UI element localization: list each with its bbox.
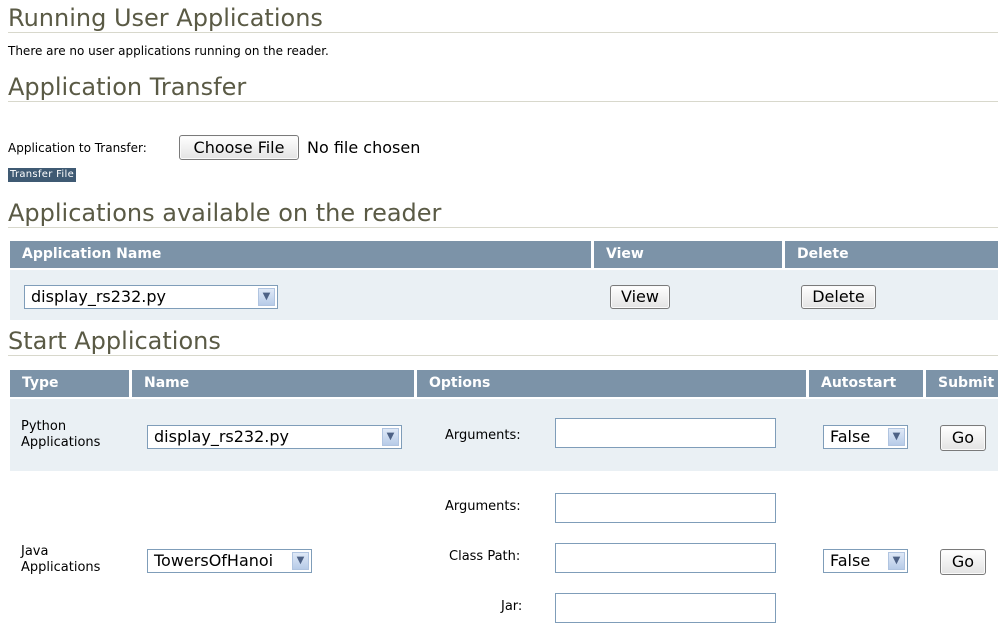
delete-button[interactable]: Delete (801, 285, 876, 309)
available-app-select-value: display_rs232.py (31, 287, 166, 306)
chevron-down-icon[interactable]: ▼ (888, 428, 905, 446)
python-autostart-select[interactable]: False ▼ (823, 425, 908, 449)
start-apps-title: Start Applications (8, 327, 998, 356)
chevron-down-icon[interactable]: ▼ (888, 552, 905, 570)
java-app-select-value: TowersOfHanoi (154, 551, 274, 570)
java-autostart-value: False (830, 551, 871, 570)
java-autostart-select[interactable]: False ▼ (823, 549, 908, 573)
python-type-line2: Applications (21, 435, 101, 450)
java-type-label: Java Applications (21, 544, 100, 576)
java-classpath-label: Class Path: (449, 549, 521, 564)
chevron-down-icon[interactable]: ▼ (382, 428, 399, 446)
chevron-down-icon[interactable]: ▼ (258, 288, 275, 306)
java-arguments-input[interactable] (555, 493, 776, 523)
java-go-button[interactable]: Go (940, 549, 986, 575)
running-apps-message: There are no user applications running o… (8, 44, 329, 58)
header-options: Options (417, 370, 806, 397)
java-type-line2: Applications (21, 560, 101, 575)
python-arguments-input[interactable] (555, 418, 776, 448)
header-delete: Delete (785, 241, 998, 268)
header-view: View (594, 241, 782, 268)
apps-available-title: Applications available on the reader (8, 199, 998, 228)
java-jar-input[interactable] (555, 593, 776, 623)
transfer-file-button[interactable]: Transfer File (8, 168, 77, 182)
python-app-select[interactable]: display_rs232.py ▼ (147, 425, 402, 449)
java-app-select[interactable]: TowersOfHanoi ▼ (147, 549, 312, 573)
choose-file-button[interactable]: Choose File (179, 135, 299, 160)
python-autostart-value: False (830, 427, 871, 446)
java-type-line1: Java (21, 544, 49, 559)
python-go-button[interactable]: Go (940, 425, 986, 451)
available-app-select[interactable]: display_rs232.py ▼ (24, 285, 278, 309)
chevron-down-icon[interactable]: ▼ (292, 552, 309, 570)
header-application-name: Application Name (10, 241, 591, 268)
java-arguments-label: Arguments: (445, 499, 521, 514)
python-app-select-value: display_rs232.py (154, 427, 289, 446)
running-apps-title: Running User Applications (8, 4, 998, 33)
header-autostart: Autostart (809, 370, 923, 397)
app-transfer-title: Application Transfer (8, 73, 998, 102)
python-arguments-label: Arguments: (445, 428, 521, 443)
view-button[interactable]: View (610, 285, 670, 309)
header-type: Type (10, 370, 129, 397)
file-status-text: No file chosen (307, 138, 421, 157)
java-jar-label: Jar: (501, 599, 523, 614)
header-name: Name (132, 370, 414, 397)
java-classpath-input[interactable] (555, 543, 776, 573)
app-to-transfer-label: Application to Transfer: (8, 141, 147, 155)
python-type-label: Python Applications (21, 419, 100, 451)
python-type-line1: Python (21, 419, 67, 434)
header-submit: Submit (926, 370, 998, 397)
